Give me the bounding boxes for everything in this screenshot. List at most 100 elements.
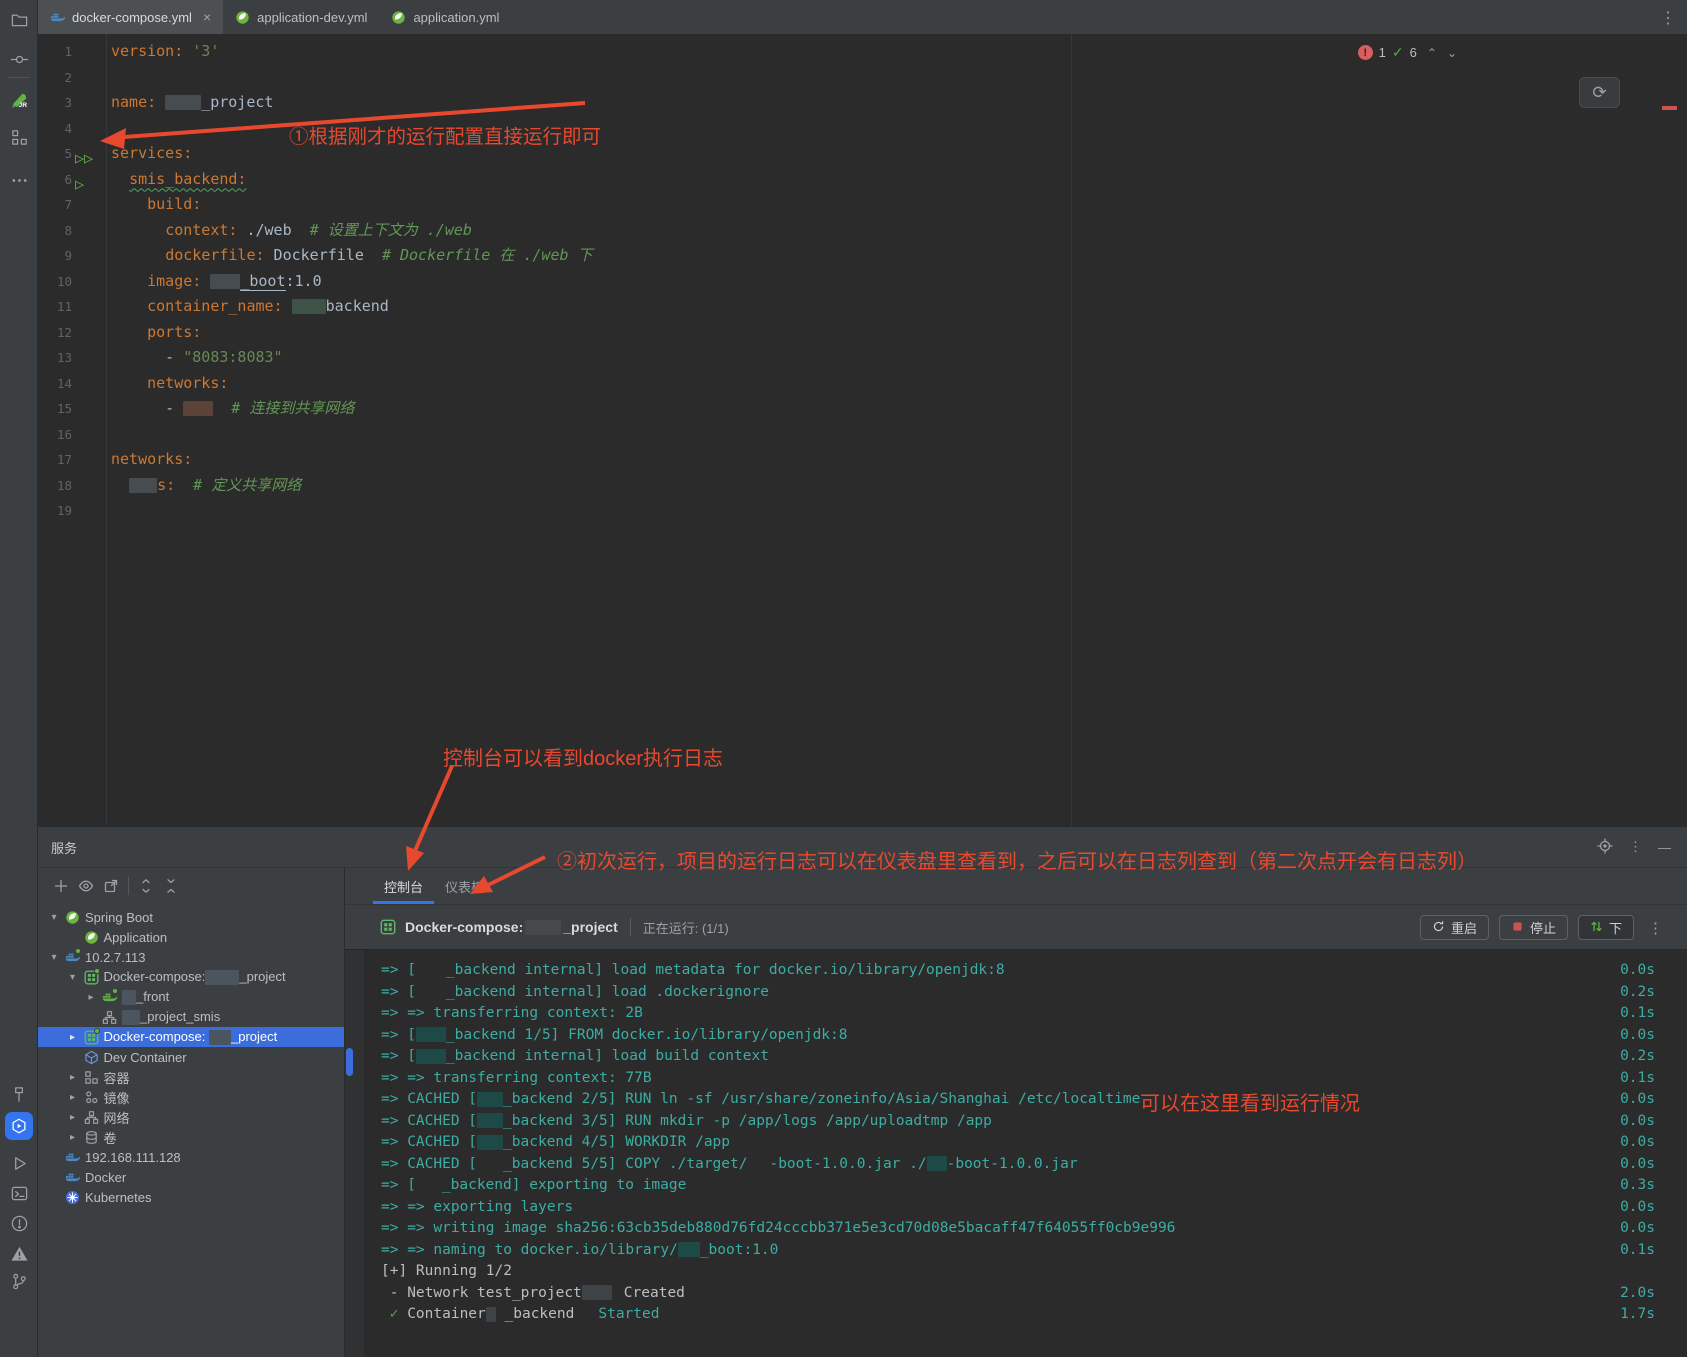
token: name: <box>111 93 156 111</box>
locate-icon[interactable] <box>1597 838 1613 857</box>
build-hammer-icon[interactable] <box>7 1082 31 1106</box>
console-tab-控制台[interactable]: 控制台 <box>373 868 434 904</box>
project-folder-icon[interactable] <box>7 7 31 31</box>
commit-icon[interactable] <box>7 47 31 71</box>
code-line: 19 <box>38 498 1667 524</box>
console-tab-仪表板[interactable]: 仪表板 <box>434 868 495 904</box>
run-more-icon[interactable]: ⋮ <box>1648 919 1663 937</box>
log-text: _boot:1.0 <box>700 1242 779 1258</box>
code-text: s: # 定义共享网络 <box>111 473 301 499</box>
tree-item[interactable]: ▾Docker-compose:_project <box>38 967 344 987</box>
line-number: 9 <box>38 243 72 269</box>
log-duration: 0.0s <box>1620 1025 1655 1047</box>
run-gutter-icon[interactable]: ▷▷ <box>75 146 105 162</box>
hide-toolwindow-icon[interactable]: — <box>1658 840 1671 855</box>
rocket-jr-icon[interactable]: JR <box>7 88 31 112</box>
notifications-icon[interactable] <box>7 1241 31 1265</box>
tree-item[interactable]: ▸容器 <box>38 1067 344 1087</box>
log-text: => => naming to docker.io/library/ <box>381 1242 678 1258</box>
tree-item-label: Kubernetes <box>85 1190 152 1205</box>
tree-item[interactable]: _project_smis <box>38 1007 344 1027</box>
toolwindow-options-icon[interactable]: ⋮ <box>1629 839 1642 855</box>
terminal-icon[interactable] <box>7 1181 31 1205</box>
chevron-right-icon[interactable]: ▸ <box>67 1132 79 1143</box>
redacted-text <box>927 1156 947 1171</box>
tab-application.yml[interactable]: application.yml <box>379 0 511 34</box>
log-duration: 0.3s <box>1620 1175 1655 1197</box>
run-gutter-icon[interactable]: ▷ <box>75 172 105 188</box>
stop-button[interactable]: 停止 <box>1499 915 1568 940</box>
log-text: _backend <box>496 1306 575 1322</box>
problems-icon[interactable] <box>7 1211 31 1235</box>
run-config-header: Docker-compose: _project 正在运行: (1/1) 重启 … <box>345 905 1687 950</box>
log-line: => [_backend 1/5] FROM docker.io/library… <box>381 1025 1687 1047</box>
docker-icon <box>65 1170 80 1185</box>
open-in-new-tab-icon[interactable] <box>102 877 120 895</box>
console-log-area[interactable]: => [_backend internal] load metadata for… <box>345 950 1687 1357</box>
restart-button[interactable]: 重启 <box>1420 915 1489 940</box>
annotation-2: 控制台可以看到docker执行日志 <box>443 742 723 771</box>
log-text: => [ <box>381 1027 416 1043</box>
tree-item[interactable]: ▸镜像 <box>38 1087 344 1107</box>
tree-item[interactable]: Application <box>38 927 344 947</box>
line-number: 11 <box>38 294 72 320</box>
tree-item[interactable]: ▸Docker-compose: _project <box>38 1027 344 1047</box>
more-tools-icon[interactable] <box>7 168 31 192</box>
next-problem-icon[interactable]: ⌄ <box>1447 46 1457 60</box>
tree-item[interactable]: ▾10.2.7.113 <box>38 947 344 967</box>
compose-down-button[interactable]: 下 <box>1578 915 1634 940</box>
chevron-right-icon[interactable]: ▸ <box>67 1032 79 1043</box>
error-stripe-mark[interactable] <box>1662 106 1677 110</box>
log-text: Started <box>598 1306 659 1322</box>
log-text: => [ <box>381 1177 416 1193</box>
add-service-icon[interactable] <box>52 877 70 895</box>
token <box>111 374 147 392</box>
run-icon[interactable] <box>7 1151 31 1175</box>
close-tab-icon[interactable]: × <box>203 9 211 25</box>
token <box>111 323 147 341</box>
tree-item[interactable]: Kubernetes <box>38 1187 344 1207</box>
chevron-down-icon[interactable]: ▾ <box>48 952 60 963</box>
tree-item[interactable]: ▸卷 <box>38 1127 344 1147</box>
tree-item[interactable]: ▾ Spring Boot <box>38 907 344 927</box>
chevron-right-icon[interactable]: ▸ <box>67 1072 79 1083</box>
tree-item[interactable]: 192.168.111.128 <box>38 1147 344 1167</box>
tree-item-label: Spring Boot <box>85 910 153 925</box>
editor[interactable]: 1version: '3'23name: _project45▷▷service… <box>38 34 1687 826</box>
chevron-down-icon[interactable]: ▾ <box>48 912 60 923</box>
log-text: -boot-1.0.0.jar <box>947 1156 1078 1172</box>
view-options-icon[interactable] <box>77 877 95 895</box>
chevron-right-icon[interactable]: ▸ <box>67 1092 79 1103</box>
scrollbar-thumb[interactable] <box>346 1048 353 1076</box>
tree-item[interactable]: Dev Container <box>38 1047 344 1067</box>
tree-item[interactable]: ▸网络 <box>38 1107 344 1127</box>
code-text: context: ./web # 设置上下文为 ./web <box>111 218 472 244</box>
reload-file-button[interactable]: ⟳ <box>1579 77 1620 108</box>
inspections-widget[interactable]: ! 1 ✓ 6 ⌃ ⌄ <box>1358 44 1457 61</box>
chevron-right-icon[interactable]: ▸ <box>85 992 97 1003</box>
chevron-right-icon[interactable]: ▸ <box>67 1112 79 1123</box>
toolwindow-title: 服务 <box>51 838 77 857</box>
code-area[interactable]: 1version: '3'23name: _project45▷▷service… <box>38 39 1667 524</box>
collapse-all-icon[interactable] <box>162 877 180 895</box>
prev-problem-icon[interactable]: ⌃ <box>1427 46 1437 60</box>
git-branch-icon[interactable] <box>7 1269 31 1293</box>
expand-all-icon[interactable] <box>137 877 155 895</box>
tree-item[interactable]: ▸_front <box>38 987 344 1007</box>
tab-docker-compose.yml[interactable]: docker-compose.yml× <box>38 0 223 34</box>
running-status-dot <box>112 988 118 994</box>
services-toolwindow-icon[interactable] <box>5 1112 33 1140</box>
log-duration: 0.0s <box>1620 1111 1655 1133</box>
log-duration: 0.0s <box>1620 1154 1655 1176</box>
tab-application-dev.yml[interactable]: application-dev.yml <box>223 0 379 34</box>
structure-icon[interactable] <box>7 125 31 149</box>
tree-item[interactable]: Docker <box>38 1167 344 1187</box>
check-icon: ✓ <box>1392 44 1404 61</box>
console-log: => [_backend internal] load metadata for… <box>381 960 1687 1326</box>
chevron-down-icon[interactable]: ▾ <box>67 972 79 983</box>
code-text: networks: <box>111 371 228 397</box>
console-gutter <box>345 950 364 1357</box>
code-text: name: _project <box>111 90 273 116</box>
tabbar-more-icon[interactable]: ⋮ <box>1660 8 1677 28</box>
log-text: Container <box>398 1306 485 1322</box>
